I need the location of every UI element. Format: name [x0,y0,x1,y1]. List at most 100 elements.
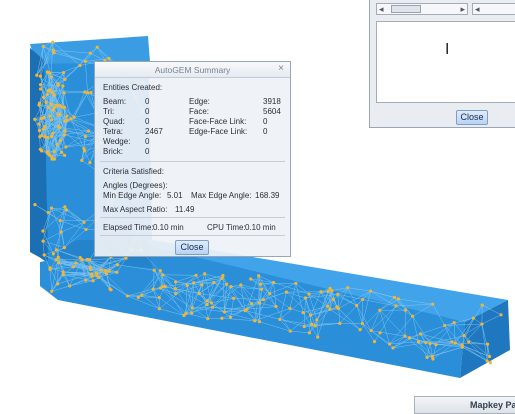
mesh-node [361,322,364,325]
beam-value: 0 [145,97,149,106]
min-edge-angle-value: 5.01 [167,191,183,200]
mesh-node [47,211,50,214]
mesh-node [87,130,90,133]
mesh-node [78,64,81,67]
mesh-node [48,114,51,117]
mesh-node [58,126,61,129]
mesh-node [443,324,446,327]
scroll-left-icon[interactable]: ◂ [379,3,384,15]
mesh-node [59,139,62,142]
mesh-node [44,101,47,104]
mesh-node [60,230,63,233]
mapkey-panel-tab[interactable]: Mapkey Pa [414,396,515,414]
mesh-node [40,149,43,152]
angles-heading: Angles (Degrees): [103,181,167,190]
mesh-node [39,75,42,78]
background-window: ◂ ▸ ◂ I Close [369,0,515,128]
dialog-titlebar[interactable]: AutoGEM Summary × [95,62,290,78]
mesh-node [41,229,44,232]
mesh-node [84,279,87,282]
mesh-node [404,309,407,312]
close-button[interactable]: Close [175,240,209,255]
edge-face-link-label: Edge-Face Link: [189,127,247,136]
mesh-node [249,277,252,280]
mesh-node [86,258,89,261]
mesh-node [37,103,40,106]
mesh-node [64,145,67,148]
wedge-label: Wedge: [103,137,130,146]
scrollbar-thumb[interactable] [391,5,421,13]
mesh-node [194,274,197,277]
scroll-left-icon[interactable]: ◂ [475,3,480,15]
mesh-node [198,292,201,295]
mesh-node [373,340,376,343]
mesh-node [488,355,491,358]
mesh-node [55,258,58,261]
cpu-time-value: 0.10 min [245,223,276,232]
mesh-node [212,281,215,284]
mesh-node [115,271,118,274]
mesh-node [72,116,75,119]
mesh-node [43,135,46,138]
mesh-node [55,143,58,146]
elapsed-time-label: Elapsed Time: [103,223,154,232]
mesh-node [63,91,66,94]
mesh-node [63,154,66,157]
dialog-title: AutoGEM Summary [95,65,290,75]
mesh-node [417,340,420,343]
scroll-right-icon[interactable]: ▸ [460,3,465,15]
mesh-node [200,283,203,286]
mesh-node [72,265,75,268]
horizontal-scrollbar-right[interactable]: ◂ [472,3,515,15]
mesh-node [239,283,242,286]
edge-value: 3918 [263,97,281,106]
mesh-node [57,256,60,259]
text-area[interactable]: I [376,21,515,103]
mesh-node [303,325,306,328]
mesh-node [369,290,372,293]
mesh-node [83,90,86,93]
mesh-node [450,340,453,343]
mesh-node [64,129,67,132]
mesh-node [124,257,127,260]
mesh-node [50,290,53,293]
close-icon[interactable]: × [278,63,284,74]
mesh-node [105,272,108,275]
mesh-node [153,269,156,272]
mesh-node [35,74,38,77]
close-button[interactable]: Close [456,110,488,125]
mesh-node [33,203,36,206]
mesh-node [314,324,317,327]
mesh-node [223,310,226,313]
mesh-node [40,134,43,137]
beam-label: Beam: [103,97,126,106]
mesh-node [50,207,53,210]
tetra-value: 2467 [145,127,163,136]
mesh-node [186,284,189,287]
mesh-node [50,118,53,121]
mesh-node [108,287,111,290]
mesh-node [408,336,411,339]
mesh-node [310,323,313,326]
entities-heading: Entities Created: [103,83,162,92]
mesh-node [205,299,208,302]
horizontal-scrollbar-left[interactable]: ◂ ▸ [376,3,468,15]
mesh-node [220,317,223,320]
mesh-node [88,161,91,164]
mesh-node [253,319,256,322]
mesh-node [42,45,45,48]
mesh-node [54,104,57,107]
mesh-node [158,307,161,310]
mesh-node [302,311,305,314]
min-edge-angle-label: Min Edge Angle: [103,191,161,200]
mesh-node [328,308,331,311]
mesh-node [37,122,40,125]
mesh-node [52,48,55,51]
mesh-node [86,91,89,94]
mesh-node [480,322,483,325]
mesh-node [89,91,92,94]
mesh-node [499,313,502,316]
mesh-node [191,306,194,309]
mesh-node [316,335,319,338]
mesh-node [244,309,247,312]
